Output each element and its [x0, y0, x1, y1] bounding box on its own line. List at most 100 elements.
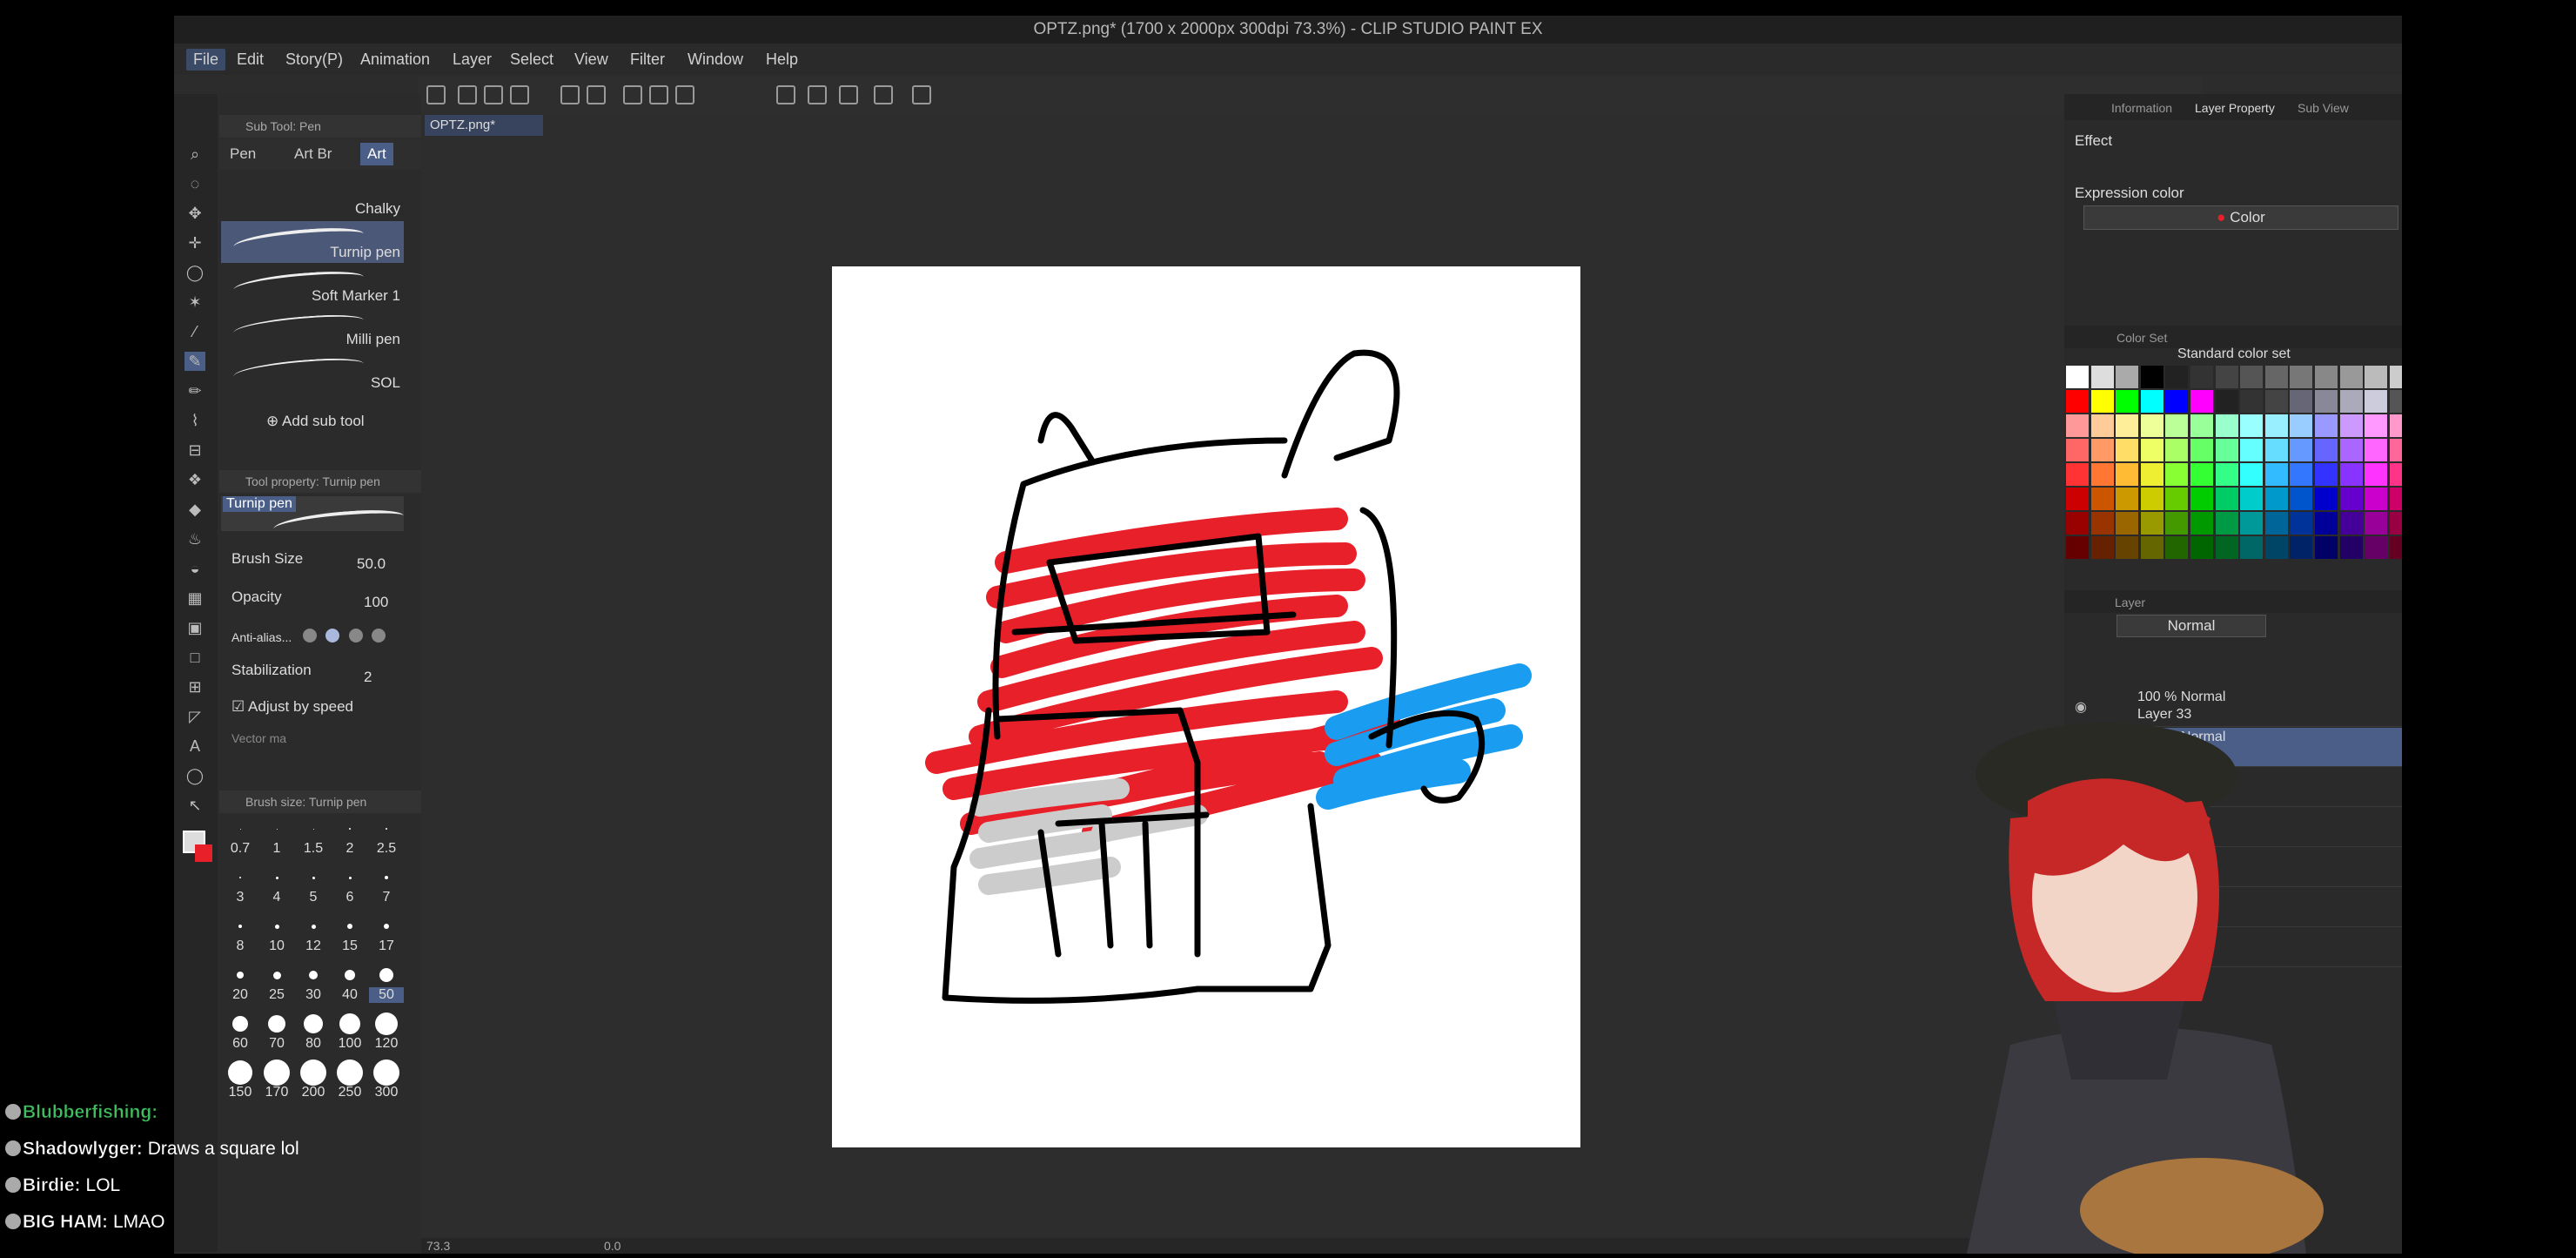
- magic-wand-icon[interactable]: ✶: [184, 293, 205, 312]
- color-swatch[interactable]: [2066, 463, 2089, 486]
- brush-size-dot[interactable]: [384, 924, 389, 929]
- color-swatch[interactable]: [2264, 488, 2288, 510]
- redo-icon[interactable]: [587, 85, 606, 104]
- open-icon[interactable]: [484, 85, 503, 104]
- color-swatch[interactable]: [2365, 536, 2388, 559]
- color-swatch[interactable]: [2090, 488, 2114, 510]
- brush-size-dot[interactable]: [347, 924, 352, 929]
- undo-icon[interactable]: [560, 85, 580, 104]
- brush-size-dot[interactable]: [386, 828, 387, 830]
- brush-milli-pen[interactable]: Milli pen: [221, 308, 404, 350]
- color-swatch[interactable]: [2190, 536, 2213, 559]
- color-swatch[interactable]: [2140, 463, 2163, 486]
- brush-size-dot[interactable]: [312, 876, 315, 879]
- color-swatch[interactable]: [2215, 512, 2238, 535]
- color-swatch[interactable]: [2339, 536, 2363, 559]
- color-swatch[interactable]: [2066, 390, 2089, 413]
- color-swatch[interactable]: [2215, 488, 2238, 510]
- color-swatch[interactable]: [2140, 366, 2163, 388]
- opacity-value[interactable]: 100: [364, 594, 388, 611]
- pencil-tool-icon[interactable]: ✏: [184, 381, 205, 400]
- decoration-tool-icon[interactable]: ❖: [184, 470, 205, 489]
- color-swatch[interactable]: [2339, 390, 2363, 413]
- color-swatch[interactable]: [2240, 488, 2264, 510]
- operation-tool-icon[interactable]: ✥: [184, 204, 205, 223]
- color-swatch[interactable]: [2290, 439, 2313, 461]
- color-swatch[interactable]: [2365, 366, 2388, 388]
- color-swatch[interactable]: [2389, 366, 2402, 388]
- special-ruler-icon[interactable]: [839, 85, 858, 104]
- document-tab[interactable]: OPTZ.png*: [425, 115, 543, 136]
- color-swatch[interactable]: [2190, 512, 2213, 535]
- color-swatch[interactable]: [2116, 414, 2139, 437]
- brush-size-dot[interactable]: [385, 876, 388, 879]
- brush-size-dot[interactable]: [300, 1060, 326, 1086]
- line-tool-icon[interactable]: ◸: [184, 707, 205, 726]
- fill-icon[interactable]: [649, 85, 668, 104]
- menu-view[interactable]: View: [574, 50, 608, 69]
- color-swatch[interactable]: [2066, 439, 2089, 461]
- color-swatch[interactable]: [2290, 366, 2313, 388]
- canvas-paper[interactable]: [832, 266, 1580, 1147]
- color-swatch[interactable]: [2264, 439, 2288, 461]
- color-swatch[interactable]: [2365, 390, 2388, 413]
- menu-animation[interactable]: Animation: [360, 50, 430, 69]
- color-swatch[interactable]: [2116, 439, 2139, 461]
- add-sub-tool-button[interactable]: ⊕ Add sub tool: [266, 413, 365, 430]
- eyedropper-icon[interactable]: ⁄: [184, 322, 205, 341]
- brush-size-dot[interactable]: [238, 925, 242, 928]
- brush-size-dot[interactable]: [239, 877, 241, 878]
- color-swatch[interactable]: [2315, 512, 2338, 535]
- color-swatch[interactable]: [2090, 463, 2114, 486]
- color-swatch[interactable]: [2264, 414, 2288, 437]
- color-swatch[interactable]: [2290, 414, 2313, 437]
- color-swatch[interactable]: [2339, 414, 2363, 437]
- brush-size-dot[interactable]: [264, 1060, 290, 1086]
- canvas-area[interactable]: OPTZ.png*: [421, 113, 2136, 1254]
- brush-size-dot[interactable]: [311, 924, 316, 929]
- tab-sub-view[interactable]: Sub View: [2298, 101, 2349, 115]
- color-swatch[interactable]: [2339, 463, 2363, 486]
- color-swatch[interactable]: [2389, 463, 2402, 486]
- brush-size-dot[interactable]: [272, 971, 281, 979]
- color-swatch[interactable]: [2165, 414, 2189, 437]
- color-swatch[interactable]: [2190, 488, 2213, 510]
- color-swatch[interactable]: [2090, 390, 2114, 413]
- brush-size-dot[interactable]: [275, 876, 278, 879]
- color-swatch[interactable]: [2140, 536, 2163, 559]
- color-swatch[interactable]: [2066, 512, 2089, 535]
- color-swatch[interactable]: [2165, 390, 2189, 413]
- sub-color-swatch[interactable]: [195, 844, 212, 862]
- color-swatch[interactable]: [2116, 536, 2139, 559]
- color-swatch[interactable]: [2116, 488, 2139, 510]
- brush-size-dot[interactable]: [239, 828, 241, 830]
- eraser-tool-icon[interactable]: ◆: [184, 500, 205, 519]
- color-swatch[interactable]: [2066, 414, 2089, 437]
- color-swatch[interactable]: [2116, 463, 2139, 486]
- brush-size-dot[interactable]: [339, 1013, 360, 1034]
- brush-size-dot[interactable]: [237, 972, 244, 979]
- color-swatch[interactable]: [2066, 488, 2089, 510]
- color-swatch[interactable]: [2165, 536, 2189, 559]
- color-swatch[interactable]: [2116, 512, 2139, 535]
- menu-select[interactable]: Select: [510, 50, 553, 69]
- menu-layer[interactable]: Layer: [453, 50, 492, 69]
- color-swatch[interactable]: [2140, 512, 2163, 535]
- figure-tool-icon[interactable]: ▣: [184, 618, 205, 637]
- color-swatch[interactable]: [2315, 536, 2338, 559]
- color-swatch[interactable]: [2090, 439, 2114, 461]
- brush-size-dot[interactable]: [348, 876, 352, 879]
- color-swatch[interactable]: [2090, 366, 2114, 388]
- color-swatch[interactable]: [2365, 512, 2388, 535]
- color-swatch[interactable]: [2240, 390, 2264, 413]
- tab-art[interactable]: Art: [360, 143, 393, 165]
- pen-tool-icon[interactable]: ✎: [184, 352, 205, 371]
- color-swatch[interactable]: [2365, 439, 2388, 461]
- text-tool-icon[interactable]: A: [184, 737, 205, 756]
- color-swatch[interactable]: [2140, 414, 2163, 437]
- color-swatch[interactable]: [2240, 536, 2264, 559]
- menu-edit[interactable]: Edit: [237, 50, 264, 69]
- expression-color-select[interactable]: ● Color: [2083, 205, 2398, 230]
- color-swatch[interactable]: [2315, 366, 2338, 388]
- color-swatch[interactable]: [2190, 390, 2213, 413]
